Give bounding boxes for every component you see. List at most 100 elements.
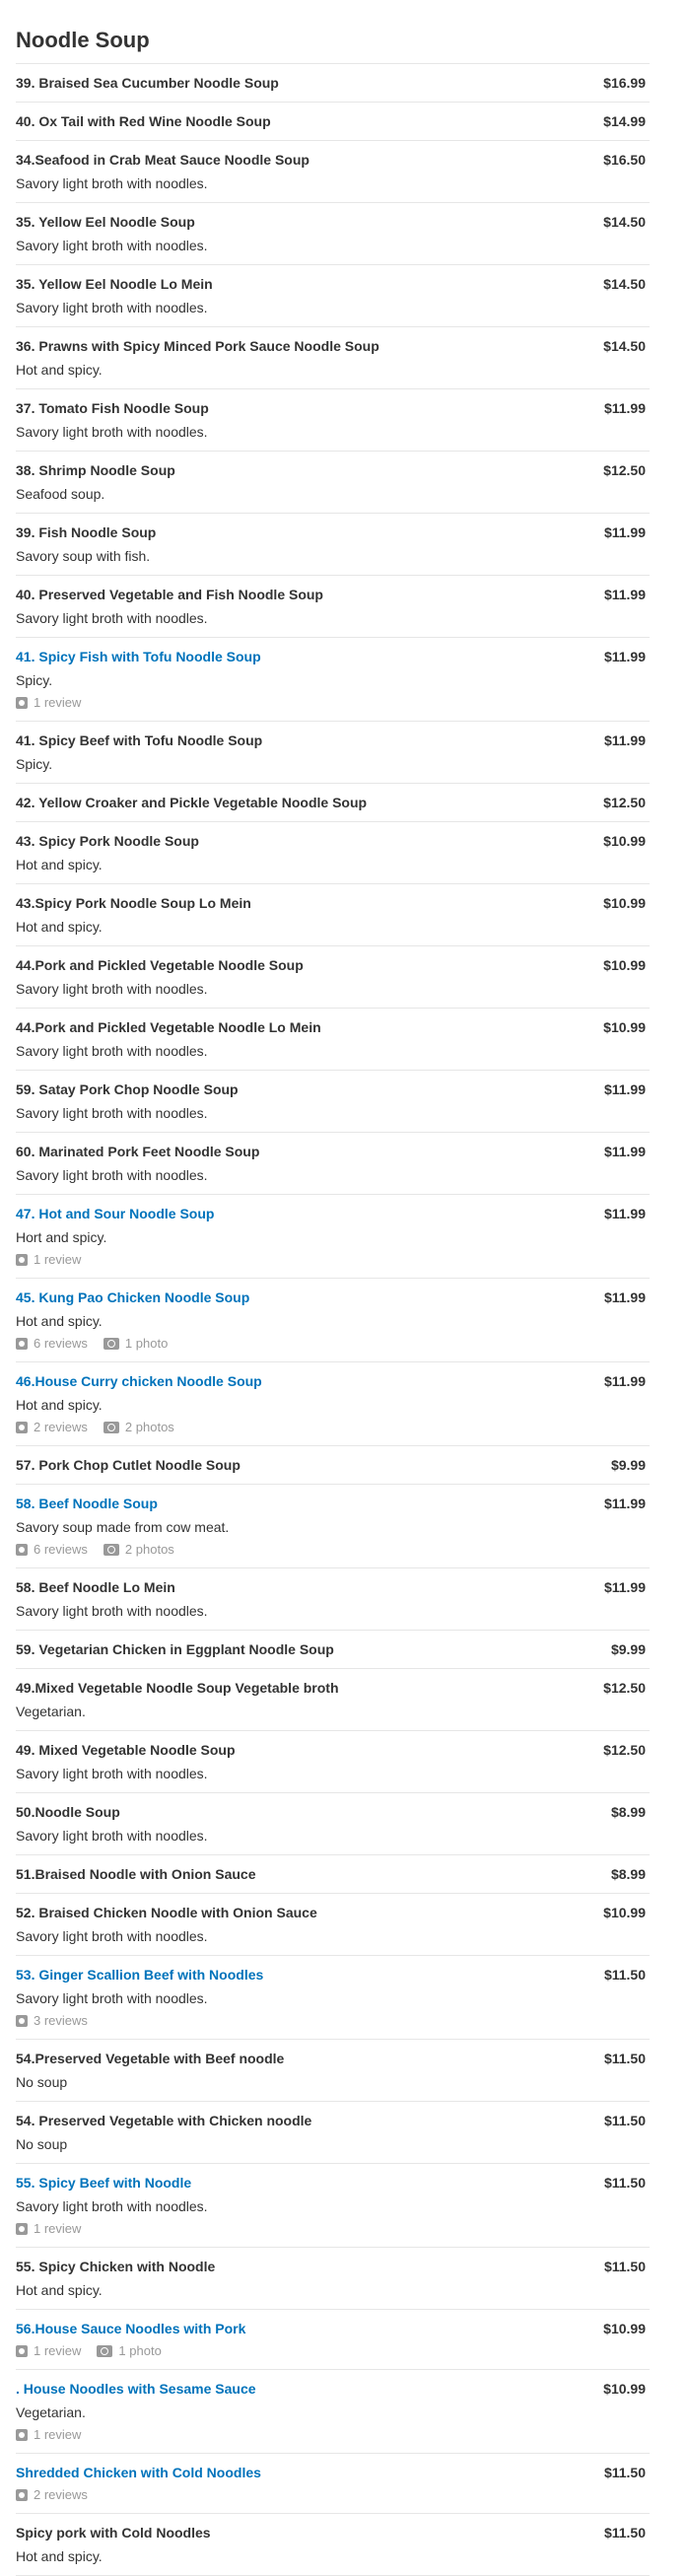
menu-item-link[interactable]: 45. Kung Pao Chicken Noodle Soup [16,1288,249,1307]
menu-item: 45. Kung Pao Chicken Noodle Soup $11.99 Ho… [16,1279,650,1362]
menu-list: 39. Braised Sea Cucumber Noodle Soup $16.… [16,64,650,2576]
menu-item: 41. Spicy Beef with Tofu Noodle Soup $11.… [16,722,650,784]
menu-item-name: 50.Noodle Soup [16,1804,120,1820]
review-count-link[interactable]: 1 review [16,2220,81,2238]
menu-item-name: 49. Mixed Vegetable Noodle Soup [16,1742,236,1758]
menu-item-link[interactable]: 47. Hot and Sour Noodle Soup [16,1204,214,1223]
menu-item-description: Hot and spicy. [16,1397,103,1413]
photo-count-link[interactable]: 2 photos [103,1419,174,1436]
menu-item-row: 54.Preserved Vegetable with Beef noodle $… [16,2049,650,2068]
review-count-link[interactable]: 1 review [16,1251,81,1269]
review-count-link[interactable]: 2 reviews [16,2486,88,2504]
menu-item: 50.Noodle Soup $8.99 Savory light broth wi… [16,1793,650,1855]
photo-count-link[interactable]: 2 photos [103,1541,174,1559]
camera-icon [103,1422,119,1433]
menu-item-description: Savory light broth with noodles. [16,238,208,253]
review-icon [16,2489,28,2501]
menu-item-meta: 1 review 1 photo [16,2342,650,2360]
review-count: 2 reviews [34,1420,88,1434]
menu-item-name: 58. Beef Noodle Lo Mein [16,1579,175,1595]
menu-item-link[interactable]: 56.House Sauce Noodles with Pork [16,2319,245,2338]
menu-item-description: Savory light broth with noodles. [16,1603,208,1619]
menu-item-description: Savory soup with fish. [16,548,151,564]
review-count-link[interactable]: 1 review [16,2426,81,2444]
menu-item-row: 54. Preserved Vegetable with Chicken noo… [16,2111,650,2130]
menu-item-name: 44.Pork and Pickled Vegetable Noodle Lo … [16,1019,321,1035]
menu-item-name: 34.Seafood in Crab Meat Sauce Noodle Sou… [16,152,310,168]
menu-item-description: Spicy. [16,756,53,772]
review-icon [16,2223,28,2235]
menu-item-price: $11.99 [603,732,646,748]
menu-item: 41. Spicy Fish with Tofu Noodle Soup $11.… [16,638,650,722]
menu-item-price: $12.50 [603,462,646,478]
review-count-link[interactable]: 6 reviews [16,1335,88,1353]
menu-item-description: Savory light broth with noodles. [16,2198,208,2214]
menu-item: 46.House Curry chicken Noodle Soup $11.99… [16,1362,650,1446]
menu-item-link[interactable]: 41. Spicy Fish with Tofu Noodle Soup [16,647,261,666]
menu-item-description: Hot and spicy. [16,1313,103,1329]
menu-item-link[interactable]: 46.House Curry chicken Noodle Soup [16,1371,262,1391]
menu-item-price: $10.99 [603,2381,646,2397]
review-count-link[interactable]: 6 reviews [16,1541,88,1559]
menu-item-name: 49.Mixed Vegetable Noodle Soup Vegetable… [16,1680,339,1696]
photo-count: 2 photos [124,1420,174,1434]
menu-item-row: 55. Spicy Beef with Noodle $11.50 [16,2173,650,2193]
section-title: Noodle Soup [16,28,650,64]
review-count: 1 review [34,695,82,710]
menu-item-price: $11.50 [603,2259,646,2274]
menu-item-link[interactable]: Shredded Chicken with Cold Noodles [16,2463,261,2482]
menu-item: 59. Vegetarian Chicken in Eggplant Noodl… [16,1631,650,1669]
menu-item-price: $14.99 [603,113,646,129]
review-icon [16,697,28,709]
menu-item-row: 56.House Sauce Noodles with Pork $10.99 [16,2319,650,2338]
menu-item-description: Seafood soup. [16,486,105,502]
menu-item-row: 34.Seafood in Crab Meat Sauce Noodle Sou… [16,150,650,170]
menu-item-link[interactable]: 58. Beef Noodle Soup [16,1494,158,1513]
menu-item-price: $10.99 [603,833,646,849]
menu-item: 59. Satay Pork Chop Noodle Soup $11.99 Sav… [16,1071,650,1133]
menu-item: 37. Tomato Fish Noodle Soup $11.99 Savory … [16,389,650,452]
menu-item-link[interactable]: 53. Ginger Scallion Beef with Noodles [16,1965,263,1984]
menu-item-description: Savory soup made from cow meat. [16,1519,230,1535]
menu-item-row: 57. Pork Chop Cutlet Noodle Soup $9.99 [16,1455,650,1475]
menu-item-meta: 1 review [16,1251,650,1269]
photo-count-link[interactable]: 1 photo [103,1335,168,1353]
menu-item-link[interactable]: . House Noodles with Sesame Sauce [16,2379,256,2399]
menu-item: 43.Spicy Pork Noodle Soup Lo Mein $10.99 H… [16,884,650,946]
menu-item-row: 58. Beef Noodle Lo Mein $11.99 [16,1577,650,1597]
review-count-link[interactable]: 1 review [16,694,81,712]
menu-item-row: 40. Preserved Vegetable and Fish Noodle … [16,585,650,604]
menu-item: 54. Preserved Vegetable with Chicken noo… [16,2102,650,2164]
menu-item-meta: 2 reviews [16,2486,650,2504]
menu-item-description: Vegetarian. [16,2404,86,2420]
menu-item-row: 36. Prawns with Spicy Minced Pork Sauce … [16,336,650,356]
menu-item-price: $11.50 [603,2051,646,2066]
menu-item-row: 55. Spicy Chicken with Noodle $11.50 [16,2257,650,2276]
menu-item-meta: 2 reviews 2 photos [16,1419,650,1436]
menu-item-price: $10.99 [603,957,646,973]
review-count-link[interactable]: 2 reviews [16,1419,88,1436]
menu-item-row: 43.Spicy Pork Noodle Soup Lo Mein $10.99 [16,893,650,913]
review-count-link[interactable]: 3 reviews [16,2012,88,2030]
review-count: 6 reviews [34,1542,88,1557]
menu-item-name: 51.Braised Noodle with Onion Sauce [16,1866,256,1882]
photo-count-link[interactable]: 1 photo [97,2342,162,2360]
menu-item-row: 35. Yellow Eel Noodle Lo Mein $14.50 [16,274,650,294]
menu-item: 57. Pork Chop Cutlet Noodle Soup $9.99 [16,1446,650,1485]
menu-item-row: 59. Vegetarian Chicken in Eggplant Noodl… [16,1639,650,1659]
menu-item-price: $11.99 [603,649,646,664]
menu-item-name: Spicy pork with Cold Noodles [16,2525,211,2541]
menu-item-description: No soup [16,2074,68,2090]
menu-item-description: Savory light broth with noodles. [16,424,208,440]
menu-item-link[interactable]: 55. Spicy Beef with Noodle [16,2173,191,2193]
menu-item: 56.House Sauce Noodles with Pork $10.99 1 … [16,2310,650,2370]
menu-item-name: 41. Spicy Beef with Tofu Noodle Soup [16,732,263,748]
menu-item-description: Savory light broth with noodles. [16,175,208,191]
photo-count: 1 photo [118,2343,162,2358]
camera-icon [103,1338,119,1350]
menu-item-price: $12.50 [603,795,646,810]
review-count: 1 review [34,2343,82,2358]
menu-item-name: 59. Vegetarian Chicken in Eggplant Noodl… [16,1641,334,1657]
review-count-link[interactable]: 1 review [16,2342,81,2360]
menu-item-row: . House Noodles with Sesame Sauce $10.99 [16,2379,650,2399]
